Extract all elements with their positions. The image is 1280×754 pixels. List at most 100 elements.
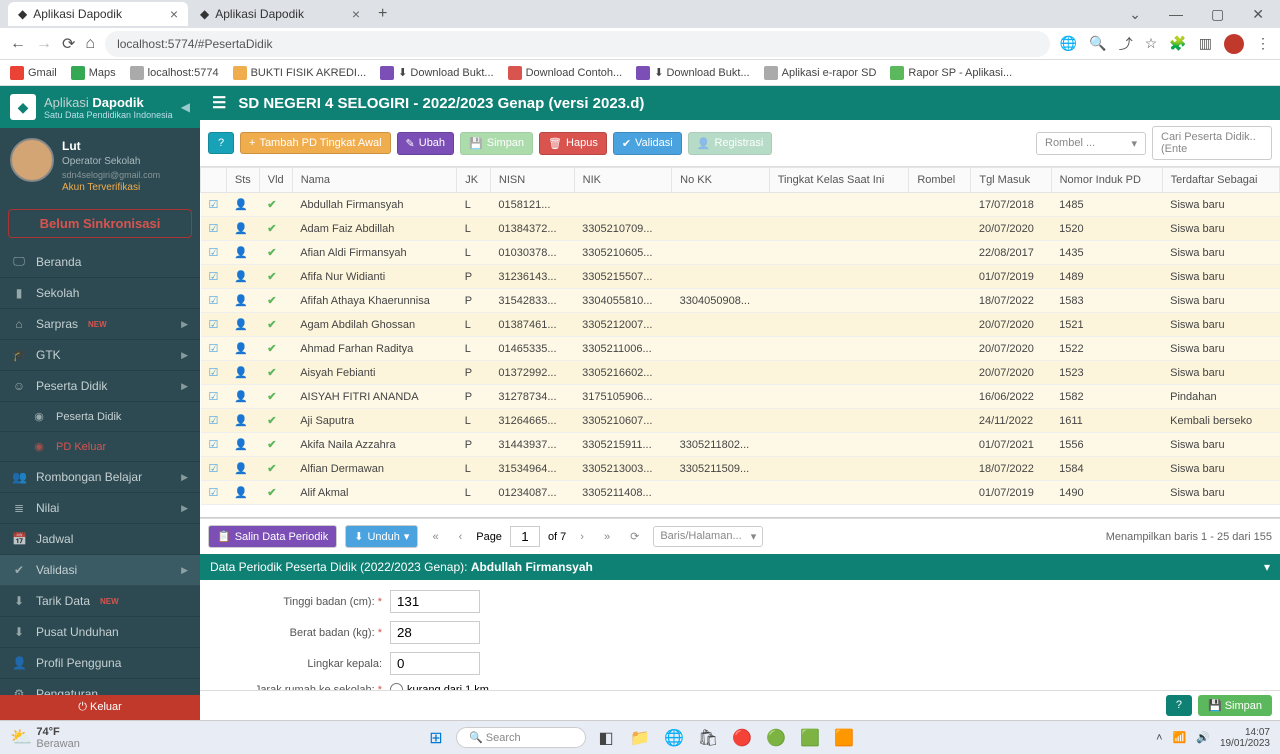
- share-icon[interactable]: ⤴: [1119, 34, 1133, 54]
- edge-icon[interactable]: 🌐: [660, 724, 688, 752]
- browser-tab-active[interactable]: ◆ Aplikasi Dapodik ×: [8, 2, 188, 26]
- app-icon-1[interactable]: 🟢: [762, 724, 790, 752]
- row-checkbox[interactable]: ☑: [201, 409, 227, 433]
- app-icon-2[interactable]: 🟩: [796, 724, 824, 752]
- row-checkbox[interactable]: ☑: [201, 265, 227, 289]
- col-header[interactable]: Tgl Masuk: [971, 168, 1051, 193]
- tambah-button[interactable]: + Tambah PD Tingkat Awal: [240, 132, 391, 154]
- table-row[interactable]: ☑👤✔Afifah Athaya KhaerunnisaP31542833...…: [201, 289, 1280, 313]
- table-row[interactable]: ☑👤✔Ahmad Farhan RadityaL01465335...33052…: [201, 337, 1280, 361]
- app-icon-3[interactable]: 🟧: [830, 724, 858, 752]
- forward-icon[interactable]: →: [36, 35, 52, 53]
- refresh-icon[interactable]: ⟳: [624, 530, 645, 543]
- weather-widget[interactable]: ⛅ 74°F Berawan: [10, 726, 80, 750]
- home-icon[interactable]: ⌂: [85, 35, 95, 53]
- row-checkbox[interactable]: ☑: [201, 313, 227, 337]
- table-row[interactable]: ☑👤✔AISYAH FITRI ANANDAP31278734...317510…: [201, 385, 1280, 409]
- sidebar-item-sarpras[interactable]: ⌂Sarpras NEW▶: [0, 309, 200, 340]
- registrasi-button[interactable]: 👤 Registrasi: [688, 132, 773, 155]
- col-header[interactable]: No KK: [672, 168, 770, 193]
- bookmark-item[interactable]: Maps: [71, 66, 116, 80]
- bookmark-item[interactable]: Download Contoh...: [508, 66, 623, 80]
- task-view-icon[interactable]: ◧: [592, 724, 620, 752]
- info-button[interactable]: ?: [208, 132, 234, 154]
- lingkar-input[interactable]: [390, 652, 480, 675]
- sidebar-item-pusat-unduhan[interactable]: ⬇Pusat Unduhan: [0, 617, 200, 648]
- simpan-button[interactable]: 💾 Simpan: [460, 132, 533, 155]
- translate-icon[interactable]: 🌐: [1060, 35, 1077, 52]
- col-header[interactable]: Vld: [259, 168, 292, 193]
- bookmark-item[interactable]: ⬇ Download Bukt...: [636, 66, 749, 80]
- row-checkbox[interactable]: ☑: [201, 361, 227, 385]
- col-header[interactable]: Rombel: [909, 168, 971, 193]
- store-icon[interactable]: 🛍: [694, 724, 722, 752]
- table-row[interactable]: ☑👤✔Agam Abdilah GhossanL01387461...33052…: [201, 313, 1280, 337]
- clock[interactable]: 14:07 19/01/2023: [1220, 727, 1270, 749]
- sidebar-item-pengaturan[interactable]: ⚙Pengaturan: [0, 679, 200, 695]
- row-checkbox[interactable]: ☑: [201, 385, 227, 409]
- first-page-icon[interactable]: «: [426, 531, 444, 543]
- col-header[interactable]: NIK: [574, 168, 672, 193]
- detail-header[interactable]: Data Periodik Peserta Didik (2022/2023 G…: [200, 554, 1280, 580]
- table-row[interactable]: ☑👤✔Akifa Naila AzzahraP31443937...330521…: [201, 433, 1280, 457]
- col-header[interactable]: Nama: [292, 168, 457, 193]
- col-header[interactable]: Terdaftar Sebagai: [1162, 168, 1279, 193]
- sidebar-item-nilai[interactable]: ≣Nilai▶: [0, 493, 200, 524]
- table-row[interactable]: ☑👤✔Afifa Nur WidiantiP31236143...3305215…: [201, 265, 1280, 289]
- down-chevron-icon[interactable]: ⌄: [1121, 6, 1149, 23]
- col-header[interactable]: Tingkat Kelas Saat Ini: [769, 168, 909, 193]
- close-icon[interactable]: ×: [170, 6, 178, 22]
- jarak-radio-1[interactable]: [390, 683, 403, 690]
- wifi-icon[interactable]: 📶: [1173, 731, 1187, 744]
- table-row[interactable]: ☑👤✔Abdullah FirmansyahL0158121...17/07/2…: [201, 193, 1280, 217]
- unduh-button[interactable]: ⬇ Unduh ▾: [345, 525, 418, 548]
- col-header[interactable]: JK: [457, 168, 491, 193]
- page-input[interactable]: [510, 526, 540, 547]
- bookmark-item[interactable]: ⬇ Download Bukt...: [380, 66, 493, 80]
- table-row[interactable]: ☑👤✔Adam Faiz AbdillahL01384372...3305210…: [201, 217, 1280, 241]
- rombel-select[interactable]: Rombel ...▾: [1036, 132, 1146, 155]
- taskbar-search[interactable]: 🔍 Search: [456, 727, 586, 748]
- rows-per-page-select[interactable]: Baris/Halaman...▾: [653, 526, 763, 547]
- maximize-icon[interactable]: ▢: [1203, 6, 1232, 23]
- row-checkbox[interactable]: ☑: [201, 337, 227, 361]
- sidebar-item-jadwal[interactable]: 📅Jadwal: [0, 524, 200, 555]
- bookmark-icon[interactable]: ☆: [1145, 35, 1158, 52]
- last-page-icon[interactable]: »: [598, 531, 616, 543]
- help-button[interactable]: ?: [1166, 695, 1192, 716]
- prev-page-icon[interactable]: ‹: [453, 531, 469, 543]
- table-row[interactable]: ☑👤✔Alfian DermawanL31534964...3305213003…: [201, 457, 1280, 481]
- table-container[interactable]: StsVldNamaJKNISNNIKNo KKTingkat Kelas Sa…: [200, 167, 1280, 518]
- tray-chevron-icon[interactable]: ˄: [1156, 732, 1162, 744]
- profile-avatar[interactable]: [1224, 34, 1244, 54]
- berat-input[interactable]: [390, 621, 480, 644]
- ubah-button[interactable]: ✎ Ubah: [397, 132, 455, 155]
- simpan-detail-button[interactable]: 💾 Simpan: [1198, 695, 1272, 716]
- table-row[interactable]: ☑👤✔Aji SaputraL31264665...3305210607...2…: [201, 409, 1280, 433]
- col-header[interactable]: [201, 168, 227, 193]
- hamburger-icon[interactable]: ☰: [212, 93, 226, 113]
- bookmark-item[interactable]: Aplikasi e-rapor SD: [764, 66, 877, 80]
- row-checkbox[interactable]: ☑: [201, 193, 227, 217]
- minimize-icon[interactable]: —: [1161, 6, 1191, 23]
- sidebar-child-pd-keluar[interactable]: ◉PD Keluar: [0, 432, 200, 462]
- row-checkbox[interactable]: ☑: [201, 481, 227, 505]
- table-row[interactable]: ☑👤✔Afian Aldi FirmansyahL01030378...3305…: [201, 241, 1280, 265]
- col-header[interactable]: NISN: [490, 168, 574, 193]
- sidebar-item-gtk[interactable]: 🎓GTK▶: [0, 340, 200, 371]
- bookmark-item[interactable]: Rapor SP - Aplikasi...: [890, 66, 1012, 80]
- col-header[interactable]: Sts: [226, 168, 259, 193]
- bookmark-item[interactable]: BUKTI FISIK AKREDI...: [233, 66, 367, 80]
- tinggi-input[interactable]: [390, 590, 480, 613]
- sync-status[interactable]: Belum Sinkronisasi: [8, 209, 192, 238]
- bookmark-item[interactable]: localhost:5774: [130, 66, 219, 80]
- explorer-icon[interactable]: 📁: [626, 724, 654, 752]
- extensions-icon[interactable]: 🧩: [1169, 35, 1186, 52]
- reload-icon[interactable]: ⟳: [62, 34, 75, 54]
- new-tab-button[interactable]: +: [372, 5, 393, 23]
- col-header[interactable]: Nomor Induk PD: [1051, 168, 1162, 193]
- table-row[interactable]: ☑👤✔Alif AkmalL01234087...3305211408...01…: [201, 481, 1280, 505]
- search-icon[interactable]: 🔍: [1089, 35, 1106, 52]
- collapse-sidebar-icon[interactable]: ◀: [181, 100, 190, 114]
- hapus-button[interactable]: 🗑 Hapus: [539, 132, 607, 155]
